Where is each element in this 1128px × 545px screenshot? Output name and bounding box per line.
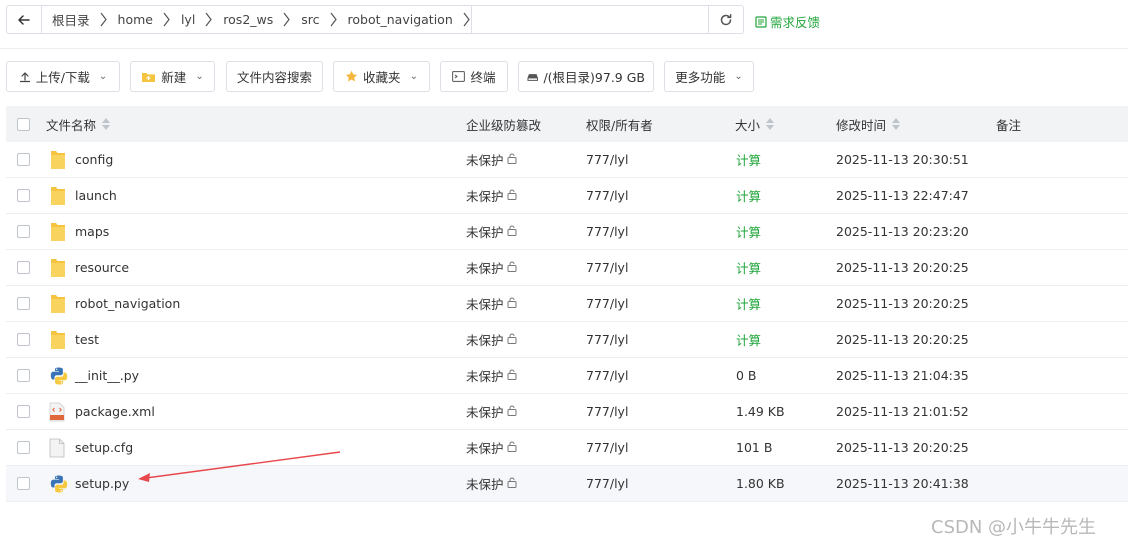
watermark: CSDN @小牛牛先生	[931, 517, 1097, 538]
annotation-arrow	[138, 451, 341, 482]
